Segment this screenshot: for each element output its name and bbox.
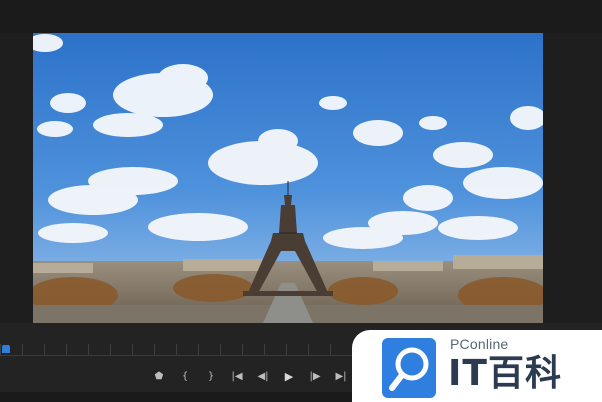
eiffel-tower-photo — [33, 33, 543, 323]
watermark-brand: PConline — [450, 336, 509, 352]
mark-out-button[interactable]: } — [198, 366, 224, 386]
program-monitor-preview — [33, 33, 543, 323]
ruler-baseline — [0, 355, 360, 356]
go-to-in-button[interactable]: |◀ — [224, 366, 250, 386]
step-forward-button[interactable]: |▶ — [302, 366, 328, 386]
play-button[interactable]: ▶ — [276, 366, 302, 386]
magnifier-logo-icon — [382, 338, 436, 398]
playhead-handle[interactable] — [2, 345, 10, 353]
transport-controls: ⬟ { } |◀ ◀| ▶ |▶ ▶| — [146, 366, 354, 386]
go-to-out-button[interactable]: ▶| — [328, 366, 354, 386]
add-marker-button[interactable]: ⬟ — [146, 366, 172, 386]
watermark-title: IT百科 — [448, 353, 562, 394]
mark-in-button[interactable]: { — [172, 366, 198, 386]
bottom-strip — [0, 392, 360, 402]
top-bar — [0, 0, 602, 33]
step-back-button[interactable]: ◀| — [250, 366, 276, 386]
pconline-watermark: PConline IT百科 — [352, 330, 602, 402]
